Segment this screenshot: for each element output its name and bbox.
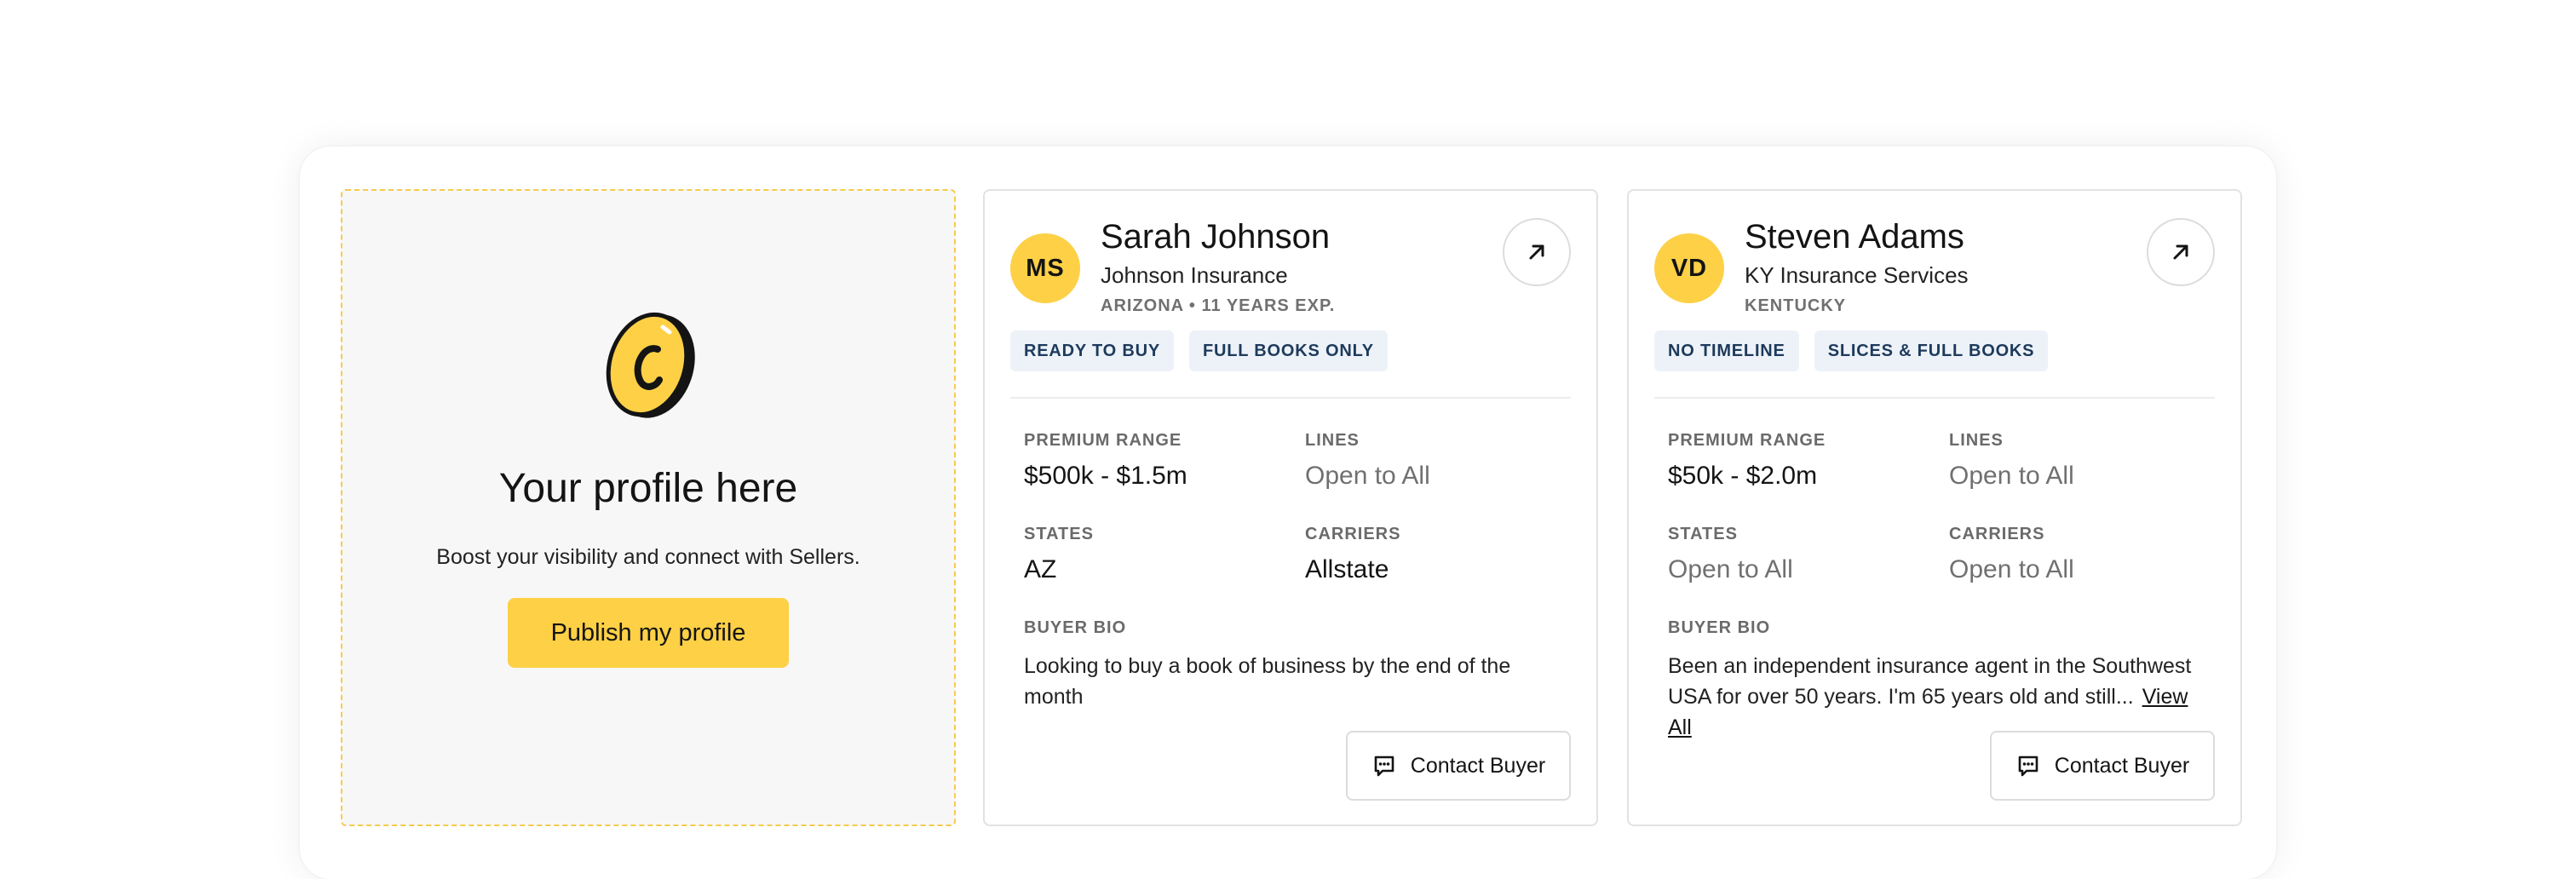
buyer-bio-label: BUYER BIO (1668, 618, 1771, 637)
carriers-label: CARRIERS (1305, 525, 1401, 543)
lines-label: LINES (1305, 431, 1360, 450)
coin-logo-icon (606, 312, 695, 418)
contact-buyer-button[interactable]: Contact Buyer (1346, 731, 1571, 801)
lines-value: Open to All (1305, 462, 1430, 490)
status-badge: FULL BOOKS ONLY (1189, 330, 1388, 371)
lines-value: Open to All (1949, 462, 2074, 490)
avatar: MS (1010, 233, 1080, 303)
tag-list: READY TO BUY FULL BOOKS ONLY (1010, 330, 1388, 371)
buyer-bio: Looking to buy a book of business by the… (1024, 651, 1569, 712)
buyer-bio-label: BUYER BIO (1024, 618, 1127, 637)
buyer-name: Sarah Johnson (1101, 218, 1331, 256)
buyer-bio: Been an independent insurance agent in t… (1668, 651, 2213, 743)
carriers-value: Allstate (1305, 555, 1389, 583)
status-badge: SLICES & FULL BOOKS (1814, 330, 2049, 371)
contact-buyer-label: Contact Buyer (2054, 753, 2190, 778)
premium-range-value: $500k - $1.5m (1024, 462, 1187, 490)
arrow-up-right-icon (1529, 244, 1544, 260)
lines-label: LINES (1949, 431, 2004, 450)
carriers-label: CARRIERS (1949, 525, 2045, 543)
buyer-meta: KENTUCKY (1745, 296, 1847, 315)
chat-icon (1374, 755, 1394, 777)
buyer-name: Steven Adams (1745, 218, 1964, 256)
open-profile-button[interactable] (1503, 218, 1571, 286)
tag-list: NO TIMELINE SLICES & FULL BOOKS (1654, 330, 2049, 371)
divider (1654, 397, 2215, 399)
placeholder-subtitle: Boost your visibility and connect with S… (436, 545, 860, 569)
profile-placeholder-card: Your profile here Boost your visibility … (341, 189, 956, 826)
premium-range-label: PREMIUM RANGE (1024, 431, 1182, 450)
arrow-up-right-icon (2173, 244, 2188, 260)
contact-buyer-label: Contact Buyer (1410, 753, 1546, 778)
buyer-company: KY Insurance Services (1745, 262, 1969, 288)
contact-buyer-button[interactable]: Contact Buyer (1990, 731, 2215, 801)
status-badge: READY TO BUY (1010, 330, 1175, 371)
states-label: STATES (1668, 525, 1738, 543)
buyer-card: MS Sarah Johnson Johnson Insurance ARIZO… (983, 189, 1598, 826)
premium-range-label: PREMIUM RANGE (1668, 431, 1826, 450)
divider (1010, 397, 1571, 399)
carriers-value: Open to All (1949, 555, 2074, 583)
buyer-bio-text: Looking to buy a book of business by the… (1024, 654, 1511, 709)
buyer-bio-text: Been an independent insurance agent in t… (1668, 654, 2192, 709)
states-value: Open to All (1668, 555, 1793, 583)
chat-icon (2018, 755, 2038, 777)
buyer-company: Johnson Insurance (1101, 262, 1288, 288)
premium-range-value: $50k - $2.0m (1668, 462, 1818, 490)
states-label: STATES (1024, 525, 1094, 543)
status-badge: NO TIMELINE (1654, 330, 1799, 371)
buyer-meta: ARIZONA • 11 YEARS EXP. (1101, 296, 1336, 315)
publish-profile-button[interactable]: Publish my profile (508, 598, 789, 668)
buyer-card: VD Steven Adams KY Insurance Services KE… (1627, 189, 2242, 826)
open-profile-button[interactable] (2147, 218, 2215, 286)
avatar: VD (1654, 233, 1724, 303)
states-value: AZ (1024, 555, 1057, 583)
placeholder-title: Your profile here (498, 466, 798, 511)
